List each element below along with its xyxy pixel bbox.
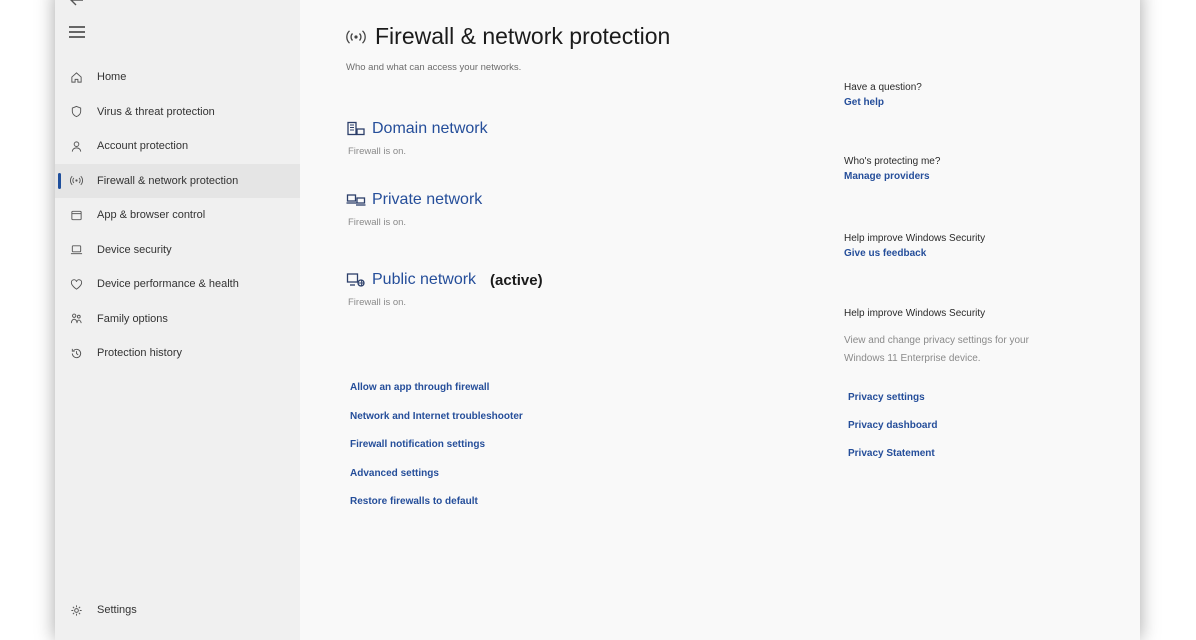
sidebar-item-settings[interactable]: Settings xyxy=(55,593,300,628)
page-header: Firewall & network protection xyxy=(345,23,670,50)
help-heading: Have a question? xyxy=(844,82,922,93)
sidebar-item-label: Family options xyxy=(97,312,168,325)
shield-icon xyxy=(69,105,83,119)
sidebar-item-label: Firewall & network protection xyxy=(97,174,239,187)
give-feedback-link[interactable]: Give us feedback xyxy=(844,248,1044,259)
restore-defaults-link[interactable]: Restore firewalls to default xyxy=(350,496,523,525)
private-network-link[interactable]: Private network xyxy=(372,191,482,209)
help-section: Have a question? Get help xyxy=(844,82,1044,108)
sidebar-item-firewall[interactable]: Firewall & network protection xyxy=(55,163,300,198)
sidebar-item-label: App & browser control xyxy=(97,209,206,222)
feedback-heading: Help improve Windows Security xyxy=(844,233,986,244)
firewall-links: Allow an app through firewall Network an… xyxy=(350,382,523,525)
privacy-section: Help improve Windows Security View and c… xyxy=(844,308,1044,367)
page-subtitle: Who and what can access your networks. xyxy=(346,62,522,73)
main-content: Firewall & network protection Who and wh… xyxy=(300,0,1140,640)
sidebar-item-home[interactable]: Home xyxy=(55,60,300,95)
sidebar-item-label: Home xyxy=(97,71,127,84)
home-icon xyxy=(69,70,83,84)
private-network-status: Firewall is on. xyxy=(348,217,407,228)
public-network-icon xyxy=(346,272,366,288)
public-network-section: Public network (active) Firewall is on. xyxy=(346,271,543,308)
protecting-heading: Who's protecting me? xyxy=(844,156,941,167)
sidebar-item-device-security[interactable]: Device security xyxy=(55,233,300,268)
sidebar-item-family[interactable]: Family options xyxy=(55,302,300,337)
heart-icon xyxy=(69,277,83,291)
domain-network-section: Domain network Firewall is on. xyxy=(346,120,488,157)
private-network-icon xyxy=(346,192,366,208)
person-icon xyxy=(69,139,83,153)
family-icon xyxy=(69,312,83,326)
allow-app-link[interactable]: Allow an app through firewall xyxy=(350,382,523,411)
gear-icon xyxy=(69,603,83,617)
sidebar-item-account[interactable]: Account protection xyxy=(55,129,300,164)
sidebar-item-label: Device performance & health xyxy=(97,278,239,291)
privacy-statement-link[interactable]: Privacy Statement xyxy=(848,448,937,476)
sidebar-item-label: Settings xyxy=(97,604,137,617)
domain-network-icon xyxy=(346,121,366,137)
protecting-section: Who's protecting me? Manage providers xyxy=(844,156,1044,182)
sidebar-item-device-performance[interactable]: Device performance & health xyxy=(55,267,300,302)
windows-security-window: Home Virus & threat protection Account p… xyxy=(55,0,1140,640)
privacy-settings-link[interactable]: Privacy settings xyxy=(848,392,937,420)
active-network-label: (active) xyxy=(490,271,543,289)
sidebar-item-label: Protection history xyxy=(97,347,182,360)
public-network-link[interactable]: Public network xyxy=(372,271,476,289)
troubleshooter-link[interactable]: Network and Internet troubleshooter xyxy=(350,411,523,440)
private-network-section: Private network Firewall is on. xyxy=(346,191,482,228)
advanced-settings-link[interactable]: Advanced settings xyxy=(350,468,523,497)
domain-network-status: Firewall is on. xyxy=(348,146,407,157)
sidebar-item-label: Device security xyxy=(97,243,172,256)
privacy-dashboard-link[interactable]: Privacy dashboard xyxy=(848,420,937,448)
manage-providers-link[interactable]: Manage providers xyxy=(844,171,1044,182)
hamburger-icon[interactable] xyxy=(69,26,85,40)
sidebar-item-app-browser[interactable]: App & browser control xyxy=(55,198,300,233)
privacy-description: View and change privacy settings for you… xyxy=(844,335,1029,364)
privacy-links: Privacy settings Privacy dashboard Priva… xyxy=(848,392,937,476)
page-title: Firewall & network protection xyxy=(375,23,671,49)
app-window-icon xyxy=(69,208,83,222)
domain-network-link[interactable]: Domain network xyxy=(372,120,488,138)
privacy-heading: Help improve Windows Security xyxy=(844,308,986,319)
feedback-section: Help improve Windows Security Give us fe… xyxy=(844,233,1044,259)
sidebar-item-protection-history[interactable]: Protection history xyxy=(55,336,300,371)
back-arrow-icon[interactable] xyxy=(69,0,91,8)
sidebar-item-label: Virus & threat protection xyxy=(97,105,215,118)
sidebar-item-virus-threat[interactable]: Virus & threat protection xyxy=(55,95,300,130)
history-icon xyxy=(69,346,83,360)
sidebar-nav: Home Virus & threat protection Account p… xyxy=(55,60,300,371)
wireless-icon xyxy=(69,174,83,188)
laptop-icon xyxy=(69,243,83,257)
sidebar: Home Virus & threat protection Account p… xyxy=(55,0,300,640)
public-network-status: Firewall is on. xyxy=(348,297,407,308)
notification-settings-link[interactable]: Firewall notification settings xyxy=(350,439,523,468)
get-help-link[interactable]: Get help xyxy=(844,97,1044,108)
sidebar-item-label: Account protection xyxy=(97,140,189,153)
wireless-icon xyxy=(345,29,367,45)
